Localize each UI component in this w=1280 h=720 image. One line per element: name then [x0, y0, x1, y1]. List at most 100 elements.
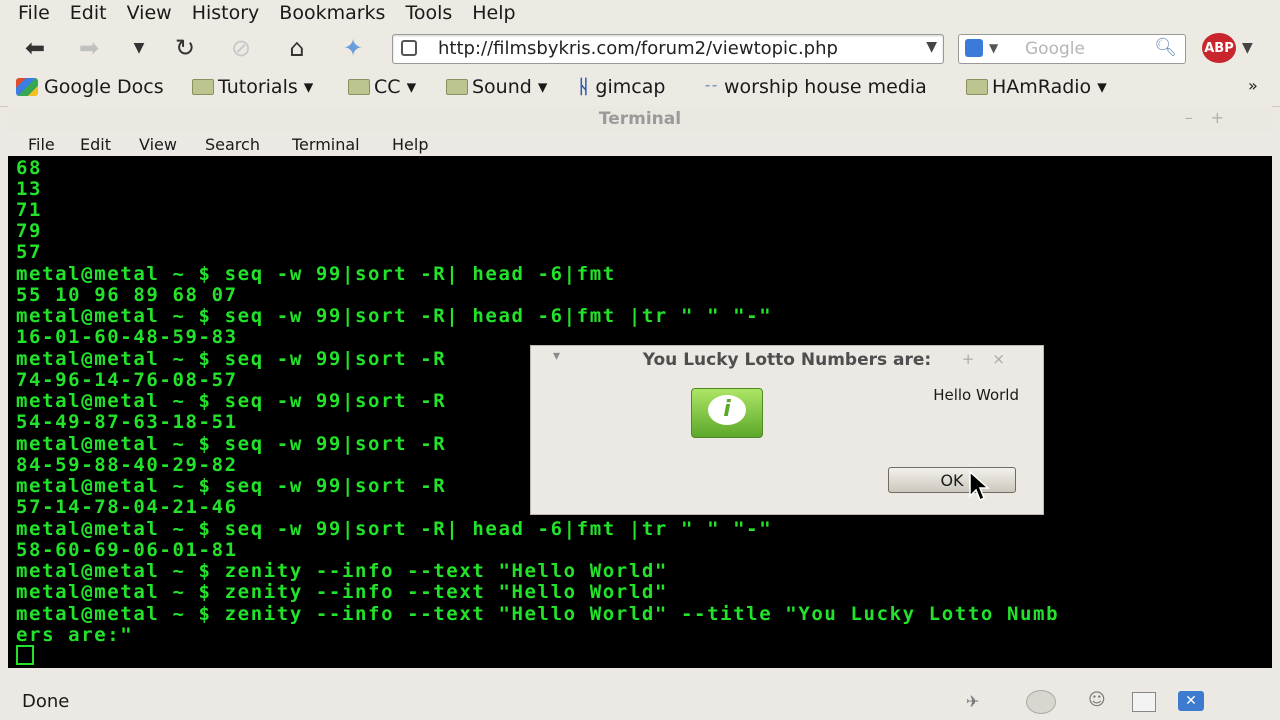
menu-file[interactable]: File [18, 2, 50, 24]
terminal-line: metal@metal ~ $ seq -w 99|sort -R [16, 433, 447, 455]
terminal-line: 13 [16, 178, 43, 200]
terminal-line: 79 [16, 220, 43, 242]
menu-tools[interactable]: Tools [405, 2, 452, 24]
terminal-menu-terminal[interactable]: Terminal [292, 135, 360, 154]
xmarks-status-icon[interactable]: ✕ [1178, 691, 1204, 711]
url-dropdown-icon[interactable]: ▼ [926, 39, 937, 55]
bookmark-worship-house-media[interactable]: ⁃⁃ worship house media [704, 76, 927, 98]
bookmark-folder-sound[interactable]: Sound ▾ [446, 76, 547, 98]
terminal-line: 57-14-78-04-21-46 [16, 496, 238, 518]
menu-view[interactable]: View [127, 2, 172, 24]
terminal-menubar: File Edit View Search Terminal Help [8, 132, 1272, 156]
terminal-menu-view[interactable]: View [139, 135, 177, 154]
bookmark-gimcap[interactable]: ᚺ gimcap [578, 76, 665, 98]
addon-status-icon[interactable]: ✈ [966, 692, 979, 711]
terminal-line: 84-59-88-40-29-82 [16, 454, 238, 476]
ok-button[interactable]: OK [888, 467, 1016, 493]
search-icon[interactable]: 🔍︎ [1154, 37, 1177, 58]
home-icon[interactable]: ⌂ [280, 34, 314, 62]
search-placeholder: Google [1025, 39, 1085, 59]
search-bar[interactable]: ▼ Google 🔍︎ [958, 34, 1186, 64]
terminal-line: 74-96-14-76-08-57 [16, 369, 238, 391]
menu-help[interactable]: Help [472, 2, 515, 24]
page-status-icon[interactable] [1132, 692, 1156, 712]
screenshot-addon-icon[interactable]: ✦ [336, 34, 370, 62]
bookmarks-overflow-chevron-icon[interactable]: » [1248, 76, 1258, 95]
folder-icon [348, 79, 370, 95]
menu-bookmarks[interactable]: Bookmarks [279, 2, 385, 24]
terminal-line: metal@metal ~ $ seq -w 99|sort -R [16, 348, 447, 370]
history-dropdown-icon[interactable]: ▼ [122, 34, 156, 62]
google-docs-icon [16, 78, 38, 96]
gimcap-icon: ᚺ [578, 76, 590, 98]
info-icon: i [691, 388, 763, 438]
terminal-line: ers are:" [16, 624, 134, 646]
dialog-message: Hello World [933, 386, 1019, 404]
bookmark-label: Sound ▾ [472, 76, 548, 98]
search-engine-dropdown-icon[interactable]: ▼ [989, 41, 998, 55]
terminal-titlebar[interactable]: Terminal –+ [8, 106, 1272, 132]
terminal-line: metal@metal ~ $ seq -w 99|sort -R [16, 390, 447, 412]
terminal-title: Terminal [598, 109, 682, 129]
terminal-line: metal@metal ~ $ zenity --info --text "He… [16, 560, 668, 582]
terminal-line: 16-01-60-48-59-83 [16, 326, 238, 348]
terminal-line: 68 [16, 157, 43, 179]
search-engine-icon[interactable] [965, 39, 983, 57]
worship-house-media-icon: ⁃⁃ [704, 79, 718, 95]
terminal-line: metal@metal ~ $ seq -w 99|sort -R| head … [16, 305, 773, 327]
bookmark-label: Tutorials ▾ [218, 76, 314, 98]
maximize-icon[interactable]: + [1211, 108, 1242, 127]
reload-icon[interactable]: ↻ [168, 34, 202, 62]
bookmark-folder-cc[interactable]: CC ▾ [348, 76, 416, 98]
menu-edit[interactable]: Edit [70, 2, 107, 24]
terminal-line: 71 [16, 199, 43, 221]
terminal-line: metal@metal ~ $ zenity --info --text "He… [16, 581, 668, 603]
back-arrow-icon[interactable]: ⬅ [18, 34, 52, 62]
terminal-line: metal@metal ~ $ seq -w 99|sort -R| head … [16, 518, 773, 540]
terminal-line: 54-49-87-63-18-51 [16, 411, 238, 433]
firebug-status-icon[interactable] [1026, 690, 1056, 714]
minimize-icon[interactable]: – [1185, 108, 1211, 127]
terminal-cursor [16, 645, 34, 665]
folder-icon [446, 79, 468, 95]
maximize-icon[interactable]: + [962, 350, 993, 368]
terminal-line: metal@metal ~ $ seq -w 99|sort -R| head … [16, 263, 616, 285]
adblock-dropdown-icon[interactable]: ▼ [1242, 40, 1253, 56]
bookmark-label: CC ▾ [374, 76, 417, 98]
url-text: http://filmsbykris.com/forum2/viewtopic.… [438, 38, 838, 59]
bookmark-label: gimcap [595, 76, 666, 98]
forward-arrow-icon[interactable]: ➡ [72, 34, 106, 62]
terminal-menu-edit[interactable]: Edit [80, 135, 111, 154]
folder-icon [966, 79, 988, 95]
menu-history[interactable]: History [192, 2, 260, 24]
terminal-line: metal@metal ~ $ zenity --info --text "He… [16, 603, 1060, 625]
bookmark-google-docs[interactable]: Google Docs [16, 76, 164, 98]
browser-menubar: File Edit View History Bookmarks Tools H… [0, 0, 1280, 26]
bookmark-folder-tutorials[interactable]: Tutorials ▾ [192, 76, 313, 98]
terminal-menu-help[interactable]: Help [392, 135, 428, 154]
mouse-pointer-icon [969, 470, 990, 502]
terminal-line: metal@metal ~ $ seq -w 99|sort -R [16, 475, 447, 497]
bookmark-label: worship house media [724, 76, 927, 98]
terminal-menu-search[interactable]: Search [205, 135, 260, 154]
bookmark-label: HAmRadio ▾ [992, 76, 1107, 98]
info-bubble-icon: i [708, 395, 746, 425]
status-text: Done [22, 691, 70, 712]
stop-icon[interactable]: ⊘ [224, 34, 258, 62]
bookmark-label: Google Docs [44, 76, 164, 98]
terminal-menu-file[interactable]: File [28, 135, 55, 154]
dialog-window-controls: +× [962, 350, 1023, 368]
close-icon[interactable]: × [992, 350, 1023, 368]
bookmark-folder-hamradio[interactable]: HAmRadio ▾ [966, 76, 1107, 98]
greasemonkey-status-icon[interactable]: ☺ [1088, 690, 1106, 710]
adblock-plus-button[interactable]: ABP [1202, 33, 1236, 63]
bookmarks-toolbar: Google Docs Tutorials ▾ CC ▾ Sound ▾ ᚺ g… [0, 70, 1280, 107]
terminal-line: 58-60-69-06-01-81 [16, 539, 238, 561]
window-controls: –+ [1185, 108, 1242, 127]
folder-icon [192, 79, 214, 95]
browser-statusbar: Done ✈ ☺ ✕ [0, 684, 1280, 720]
terminal-line: 57 [16, 241, 43, 263]
url-bar[interactable]: http://filmsbykris.com/forum2/viewtopic.… [392, 34, 944, 64]
lotto-info-dialog: ▾ You Lucky Lotto Numbers are: +× i Hell… [530, 345, 1044, 515]
terminal-line: 55 10 96 89 68 07 [16, 284, 238, 306]
